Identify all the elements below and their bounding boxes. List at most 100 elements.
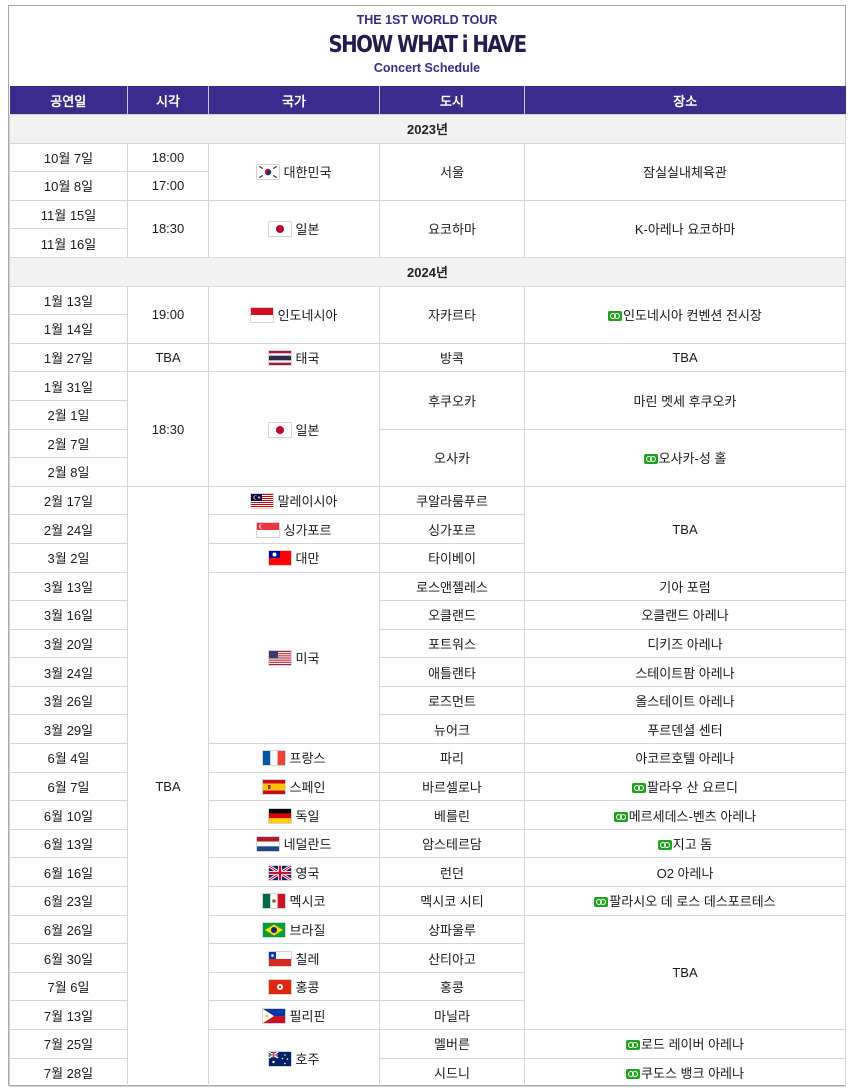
city-cell[interactable]: 시드니 xyxy=(379,1057,525,1088)
date-cell[interactable]: 10월 7일 xyxy=(9,142,128,173)
date-cell[interactable]: 6월 30일 xyxy=(9,943,128,973)
city-cell[interactable]: 상파울루 xyxy=(379,914,525,945)
city-cell[interactable]: 포트워스 xyxy=(379,628,525,659)
country-cell-france[interactable]: 프랑스 xyxy=(208,743,380,773)
date-cell[interactable]: 3월 13일 xyxy=(9,571,128,602)
country-cell-malaysia[interactable]: 말레이시아 xyxy=(208,485,380,516)
city-cell[interactable]: 멕시코 시티 xyxy=(379,886,525,916)
country-cell-philippines[interactable]: 필리핀 xyxy=(208,1000,380,1030)
country-cell-taiwan[interactable]: 대만 xyxy=(208,542,380,573)
city-cell[interactable]: 홍콩 xyxy=(379,971,525,1002)
country-cell-usa[interactable]: 미국 xyxy=(208,571,380,745)
date-cell[interactable]: 10월 8일 xyxy=(9,171,128,201)
date-cell[interactable]: 1월 14일 xyxy=(9,314,128,344)
date-cell[interactable]: 2월 8일 xyxy=(9,457,128,487)
date-cell[interactable]: 6월 10일 xyxy=(9,800,128,830)
date-cell[interactable]: 2월 7일 xyxy=(9,428,128,459)
country-cell-chile[interactable]: 칠레 xyxy=(208,943,380,973)
venue-cell[interactable]: O2 아레나 xyxy=(524,857,846,888)
city-cell[interactable]: 방콕 xyxy=(379,342,525,373)
venue-cell-external[interactable]: 팔라시오 데 로스 데스포르테스 xyxy=(524,886,846,916)
city-cell[interactable]: 뉴어크 xyxy=(379,714,525,745)
venue-cell[interactable]: 스테이트팜 아레나 xyxy=(524,657,846,687)
date-cell[interactable]: 6월 16일 xyxy=(9,857,128,888)
country-cell-korea[interactable]: 대한민국 xyxy=(208,142,380,201)
date-cell[interactable]: 3월 29일 xyxy=(9,714,128,745)
country-cell-hongkong[interactable]: 홍콩 xyxy=(208,971,380,1002)
chile-flag-icon xyxy=(268,951,291,966)
venue-cell-external[interactable]: 인도네시아 컨벤션 전시장 xyxy=(524,285,846,344)
country-cell-spain[interactable]: 스페인 xyxy=(208,771,380,802)
city-cell[interactable]: 자카르타 xyxy=(379,285,525,344)
venue-cell[interactable]: 오클랜드 아레나 xyxy=(524,600,846,630)
date-cell[interactable]: 6월 13일 xyxy=(9,828,128,859)
city-cell[interactable]: 서울 xyxy=(379,142,525,201)
venue-cell-external[interactable]: 팔라우 산 요르디 xyxy=(524,771,846,802)
country-label: 멕시코 xyxy=(289,894,326,910)
date-cell[interactable]: 3월 16일 xyxy=(9,600,128,630)
date-cell[interactable]: 6월 7일 xyxy=(9,771,128,802)
venue-cell-external[interactable]: 로드 레이버 아레나 xyxy=(524,1029,846,1059)
country-cell-thailand[interactable]: 태국 xyxy=(208,342,380,373)
date-cell[interactable]: 7월 13일 xyxy=(9,1000,128,1030)
city-cell[interactable]: 산티아고 xyxy=(379,943,525,973)
date-cell[interactable]: 1월 13일 xyxy=(9,285,128,316)
external-link-icon xyxy=(657,840,672,851)
city-cell[interactable]: 요코하마 xyxy=(379,199,525,258)
date-cell[interactable]: 3월 20일 xyxy=(9,628,128,659)
country-cell-germany[interactable]: 독일 xyxy=(208,800,380,830)
date-cell[interactable]: 1월 27일 xyxy=(9,342,128,373)
venue-cell-external[interactable]: 쿠도스 뱅크 아레나 xyxy=(524,1057,846,1088)
city-cell[interactable]: 파리 xyxy=(379,743,525,773)
country-cell-brazil[interactable]: 브라질 xyxy=(208,914,380,945)
city-cell[interactable]: 마닐라 xyxy=(379,1000,525,1030)
venue-cell[interactable]: 잠실실내체육관 xyxy=(524,142,846,201)
country-cell-uk[interactable]: 영국 xyxy=(208,857,380,888)
country-cell-singapore[interactable]: 싱가포르 xyxy=(208,514,380,544)
city-cell[interactable]: 싱가포르 xyxy=(379,514,525,544)
country-cell-australia[interactable]: 호주 xyxy=(208,1028,380,1088)
venue-cell[interactable]: 아코르호텔 아레나 xyxy=(524,743,846,773)
venue-cell-external[interactable]: 지고 돔 xyxy=(524,828,846,859)
country-cell-mexico[interactable]: 멕시코 xyxy=(208,886,380,916)
city-cell[interactable]: 오클랜드 xyxy=(379,600,525,630)
date-cell[interactable]: 7월 25일 xyxy=(9,1029,128,1059)
date-cell[interactable]: 6월 4일 xyxy=(9,743,128,773)
city-cell[interactable]: 암스테르담 xyxy=(379,828,525,859)
city-cell[interactable]: 베를린 xyxy=(379,800,525,830)
city-cell[interactable]: 타이베이 xyxy=(379,542,525,573)
date-cell[interactable]: 6월 23일 xyxy=(9,886,128,916)
venue-cell[interactable]: 마린 멧세 후쿠오카 xyxy=(524,371,846,430)
country-cell-netherlands[interactable]: 네덜란드 xyxy=(208,828,380,859)
date-cell[interactable]: 6월 26일 xyxy=(9,914,128,945)
venue-cell-external[interactable]: 메르세데스-벤츠 아레나 xyxy=(524,800,846,830)
date-cell[interactable]: 2월 17일 xyxy=(9,485,128,516)
date-cell[interactable]: 2월 1일 xyxy=(9,399,128,430)
date-cell[interactable]: 7월 28일 xyxy=(9,1057,128,1088)
venue-cell[interactable]: K-아레나 요코하마 xyxy=(524,199,846,258)
country-cell-japan[interactable]: 일본 xyxy=(208,199,380,258)
venue-cell-external[interactable]: 오사카-성 홀 xyxy=(524,428,846,487)
venue-cell[interactable]: 기아 포럼 xyxy=(524,571,846,602)
date-cell[interactable]: 7월 6일 xyxy=(9,971,128,1002)
city-cell[interactable]: 멜버른 xyxy=(379,1029,525,1059)
city-cell[interactable]: 오사카 xyxy=(379,428,525,487)
country-label: 인도네시아 xyxy=(277,308,338,324)
date-cell[interactable]: 3월 26일 xyxy=(9,685,128,716)
date-cell[interactable]: 3월 2일 xyxy=(9,542,128,573)
date-cell[interactable]: 1월 31일 xyxy=(9,371,128,401)
date-cell[interactable]: 11월 16일 xyxy=(9,228,128,258)
city-cell[interactable]: 바르셀로나 xyxy=(379,771,525,802)
city-cell[interactable]: 런던 xyxy=(379,857,525,888)
city-cell[interactable]: 쿠알라룸푸르 xyxy=(379,485,525,516)
country-cell-indonesia[interactable]: 인도네시아 xyxy=(208,285,380,344)
date-cell[interactable]: 3월 24일 xyxy=(9,657,128,687)
city-cell[interactable]: 로스앤젤레스 xyxy=(379,571,525,602)
date-cell[interactable]: 11월 15일 xyxy=(9,199,128,230)
country-cell-japan[interactable]: 일본 xyxy=(208,371,380,487)
city-cell[interactable]: 애틀랜타 xyxy=(379,657,525,687)
venue-cell[interactable]: 푸르덴셜 센터 xyxy=(524,714,846,745)
city-cell[interactable]: 후쿠오카 xyxy=(379,371,525,430)
date-cell[interactable]: 2월 24일 xyxy=(9,514,128,544)
venue-cell[interactable]: 올스테이트 아레나 xyxy=(524,685,846,716)
